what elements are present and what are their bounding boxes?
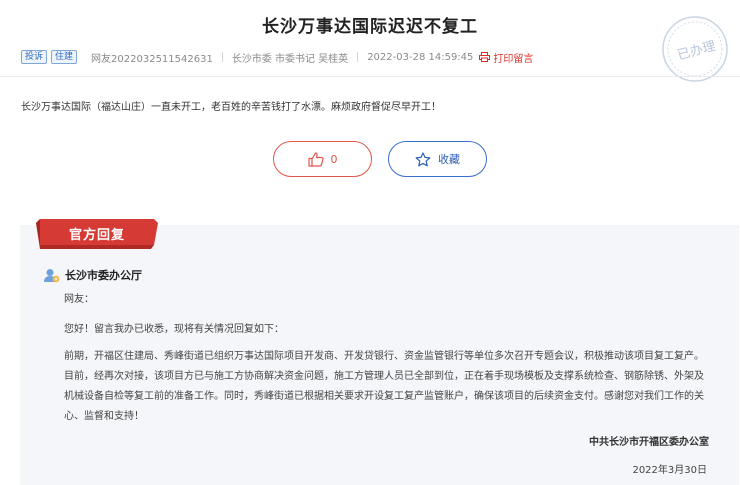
meta-divider [221,52,223,62]
favorite-button[interactable]: 收藏 [388,141,487,177]
timestamp: 2022-03-28 14:59:45 [367,51,474,63]
reply-body: 前期，开福区住建局、秀峰街道已组织万事达国际项目开发商、开发贷银行、资金监管银行… [64,351,704,422]
like-button[interactable]: 0 [273,141,372,177]
category-tag[interactable]: 住建 [51,50,78,64]
reply-date: 2022年3月30日 [632,465,707,476]
reply-intro: 您好！留言我办已收悉，现将有关情况回复如下： [64,324,284,335]
thumbs-up-icon [307,151,324,167]
user-icon [44,268,60,282]
reply-department: 长沙市委办公厅 [43,267,142,283]
header-divider [0,76,740,77]
category-tag[interactable]: 投诉 [21,50,48,64]
official-reply-label: 官方回复 [68,228,125,243]
like-count: 0 [330,152,338,166]
author-name: 网友2022032511542631 [91,53,213,65]
message-meta: 投诉 住建 网友2022032511542631 长沙市委 市委书记 吴桂英 2… [21,49,533,65]
reply-signature: 中共长沙市开福区委办公室 [589,437,709,448]
favorite-label: 收藏 [438,153,460,166]
recipient: 长沙市委 市委书记 吴桂英 [231,53,349,65]
processed-stamp: 已办理 [662,16,728,82]
reply-greeting: 网友： [64,294,94,305]
message-content: 长沙万事达国际（福达山庄）一直未开工，老百姓的辛苦钱打了水漂。麻烦政府督促尽早开… [21,102,441,113]
star-icon [415,151,431,166]
stamp-text: 已办理 [676,39,718,64]
page-title: 长沙万事达国际迟迟不复工 [262,17,478,37]
printer-icon [479,52,491,62]
print-button[interactable]: 打印留言 [479,50,533,65]
meta-divider [357,52,359,62]
print-label: 打印留言 [493,53,534,65]
department-name: 长沙市委办公厅 [65,269,142,282]
